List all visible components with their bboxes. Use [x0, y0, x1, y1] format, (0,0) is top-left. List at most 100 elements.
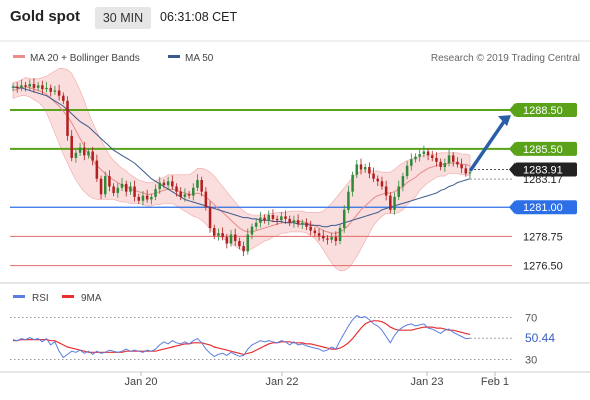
level-label-1278-75: 1278.75	[523, 231, 563, 243]
candle-body	[435, 157, 438, 162]
candle-body	[49, 87, 52, 92]
legend-label-rsi: RSI	[32, 293, 49, 304]
candle-body	[263, 217, 266, 221]
candle-body	[363, 167, 367, 170]
candle-body	[166, 181, 170, 186]
candle-body	[317, 233, 321, 236]
candle-body	[116, 187, 120, 193]
candle-body	[426, 151, 430, 156]
candle-body	[330, 237, 333, 240]
time-tick-label: Feb 1	[481, 376, 509, 388]
candle-body	[284, 216, 287, 219]
legend-label-ma50: MA 50	[185, 53, 214, 64]
candle-body	[313, 230, 317, 234]
candle-body	[296, 220, 300, 225]
candle-body	[225, 237, 229, 244]
candle-body	[179, 191, 182, 197]
time-tick-label: Jan 23	[410, 376, 443, 388]
level-label-tip-1288-50	[509, 102, 515, 117]
candle-body	[11, 86, 15, 88]
legend-label-9ma: 9MA	[81, 293, 102, 304]
candle-body	[405, 165, 409, 177]
level-label-1285-50: 1285.50	[523, 144, 563, 156]
candle-body	[347, 191, 350, 210]
candle-body	[422, 151, 426, 155]
candle-body	[129, 186, 132, 192]
credit-text: Research © 2019 Trading Central	[431, 53, 580, 64]
candle-body	[439, 161, 442, 168]
candle-body	[103, 176, 107, 195]
time-tick-label: Jan 22	[265, 376, 298, 388]
candle-body	[342, 209, 346, 228]
candle-body	[451, 155, 455, 162]
candle-body	[74, 152, 78, 158]
candle-body	[70, 135, 73, 158]
candle-body	[137, 196, 141, 201]
candle-body	[233, 234, 237, 241]
candle-body	[154, 189, 157, 197]
candle-body	[301, 222, 304, 225]
level-label-1281-00: 1281.00	[523, 202, 563, 214]
candle-body	[401, 176, 405, 187]
candle-body	[99, 178, 103, 195]
candle-body	[238, 240, 241, 247]
candle-body	[359, 164, 363, 170]
candle-body	[183, 194, 187, 197]
candle-body	[78, 147, 82, 153]
candle-body	[141, 195, 145, 201]
price-chart: MA 20 + Bollinger Bands MA 50 Research ©…	[0, 40, 590, 388]
candle-body	[368, 167, 371, 174]
candle-body	[217, 233, 220, 236]
bollinger-band-area	[12, 68, 471, 272]
rsi-tick-70: 70	[525, 313, 537, 325]
candle-body	[460, 164, 463, 169]
forecast-arrow	[469, 115, 511, 172]
legend-label-ma20: MA 20 + Bollinger Bands	[30, 53, 140, 64]
candle-body	[321, 235, 325, 239]
candle-body	[208, 207, 212, 228]
candle-body	[267, 215, 271, 221]
candle-body	[271, 215, 275, 219]
rsi-line	[12, 314, 471, 359]
rsi-tick-30: 30	[525, 355, 537, 367]
candle-body	[229, 234, 233, 244]
candle-body	[355, 164, 359, 175]
candle-body	[83, 147, 86, 156]
candle-body	[133, 186, 136, 197]
candle-body	[443, 163, 447, 168]
candle-body	[275, 218, 279, 221]
candle-body	[334, 237, 338, 241]
main-legend: MA 20 + Bollinger Bands MA 50 Research ©…	[13, 53, 580, 64]
candle-body	[351, 174, 354, 192]
candle-body	[259, 217, 262, 223]
candle-body	[187, 194, 191, 196]
candle-body	[32, 84, 36, 88]
candle-body	[95, 160, 99, 179]
candle-body	[246, 234, 250, 252]
candle-body	[376, 178, 380, 182]
candle-body	[196, 180, 199, 188]
candle-body	[41, 85, 44, 90]
bollinger-bands	[12, 68, 471, 272]
time-tick-label: Jan 20	[124, 376, 157, 388]
candle-body	[112, 186, 115, 193]
price-level-labels: 1288.501285.501283.911283.171281.001278.…	[509, 102, 577, 273]
candle-body	[288, 218, 291, 223]
candle-body	[66, 100, 69, 136]
candle-body	[431, 155, 434, 158]
candle-body	[150, 196, 153, 200]
level-label-1288-50: 1288.50	[523, 105, 563, 117]
candle-body	[250, 226, 254, 235]
legend-swatch-9ma	[62, 295, 74, 298]
rsi-9ma-line	[13, 320, 471, 356]
candle-body	[372, 173, 375, 179]
rsi-legend: RSI 9MA	[13, 293, 102, 304]
candle-body	[393, 196, 396, 210]
candle-body	[338, 228, 342, 241]
candle-body	[464, 168, 468, 174]
candle-body	[418, 154, 421, 157]
level-label-tip-1281-00	[509, 200, 515, 215]
candle-body	[397, 186, 400, 197]
time-axis: Jan 20 Jan 22 Jan 23 Feb 1	[124, 372, 509, 388]
candle-body	[280, 216, 283, 221]
